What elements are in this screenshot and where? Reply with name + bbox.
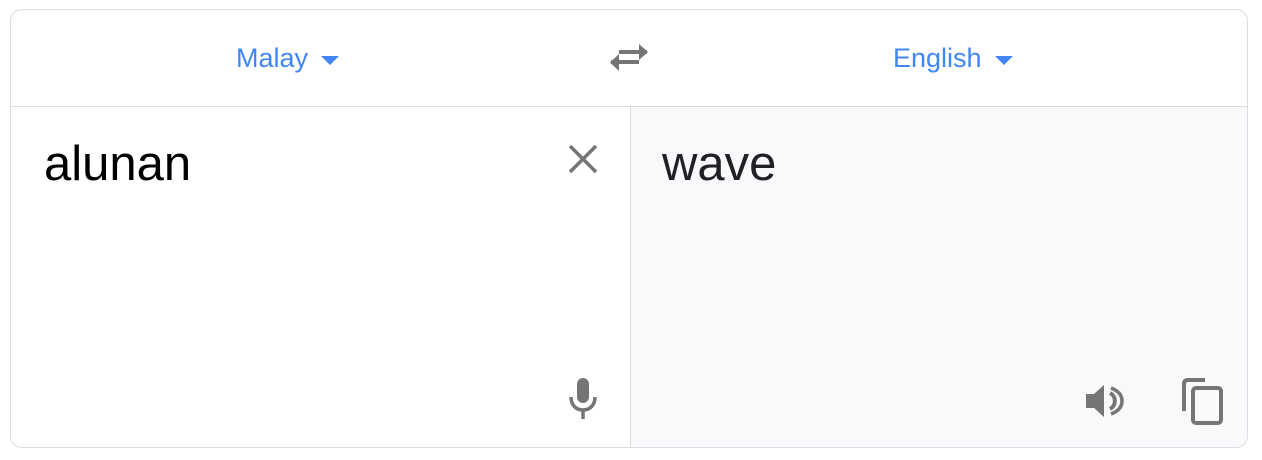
close-icon	[568, 144, 598, 174]
copy-icon	[1182, 378, 1223, 425]
translate-card: Malay English alunan wave	[10, 9, 1248, 448]
language-bar: Malay English	[11, 10, 1247, 107]
listen-button[interactable]	[1081, 379, 1129, 423]
translation-text: wave	[662, 137, 777, 191]
source-pane: alunan	[11, 107, 631, 447]
source-text-input[interactable]: alunan	[44, 135, 191, 193]
microphone-icon	[569, 378, 597, 419]
source-language-label: Malay	[236, 42, 309, 73]
caret-down-icon	[321, 56, 340, 65]
target-language-selector[interactable]: English	[893, 40, 1013, 76]
swap-languages-button[interactable]	[607, 38, 651, 78]
caret-down-icon	[994, 56, 1013, 65]
voice-input-button[interactable]	[563, 375, 603, 423]
translation-pane: wave	[631, 107, 1247, 447]
swap-arrows-icon	[610, 44, 648, 71]
copy-translation-button[interactable]	[1179, 377, 1227, 427]
speaker-icon	[1086, 385, 1124, 417]
source-language-selector[interactable]: Malay	[236, 40, 340, 76]
target-language-label: English	[893, 42, 982, 73]
clear-source-button[interactable]	[561, 137, 605, 181]
